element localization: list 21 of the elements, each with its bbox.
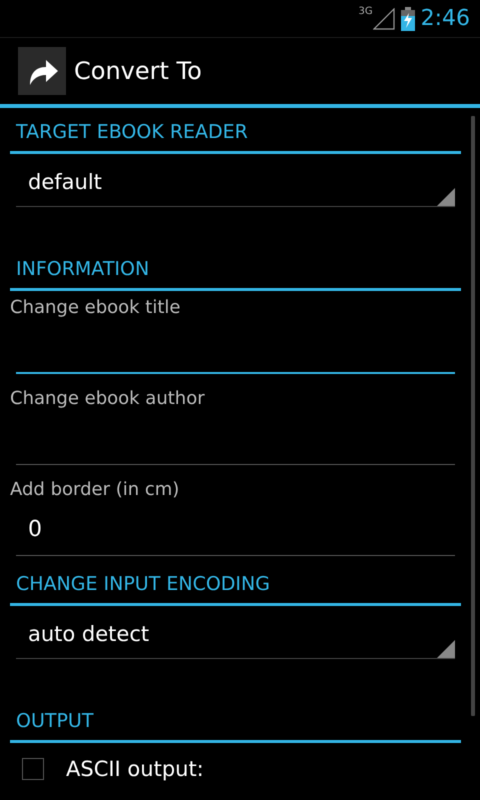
app-icon[interactable] xyxy=(18,47,66,95)
checkbox[interactable] xyxy=(22,758,44,780)
field-label: Change ebook title xyxy=(10,296,180,318)
field-label: Change ebook author xyxy=(10,387,205,409)
section-header: TARGET EBOOK READER xyxy=(10,112,461,154)
dropdown[interactable]: default xyxy=(16,158,455,207)
screen-title: Convert To xyxy=(74,57,202,85)
input-field[interactable]: 0 xyxy=(16,504,455,556)
clock: 2:46 xyxy=(420,6,470,31)
section-header: INFORMATION xyxy=(10,249,461,291)
signal-icon xyxy=(372,8,395,30)
dropdown[interactable]: auto detect xyxy=(16,610,455,659)
section-header: OUTPUT xyxy=(10,701,461,743)
scrollbar[interactable] xyxy=(471,116,475,716)
section-header: CHANGE INPUT ENCODING xyxy=(10,564,461,606)
field-label: Add border (in cm) xyxy=(10,478,180,500)
battery-charging-icon xyxy=(400,6,415,30)
dropdown-corner-icon xyxy=(437,640,455,658)
checkbox-label: ASCII output: xyxy=(66,757,204,781)
dropdown-corner-icon xyxy=(437,188,455,206)
network-type: 3G xyxy=(358,6,373,17)
